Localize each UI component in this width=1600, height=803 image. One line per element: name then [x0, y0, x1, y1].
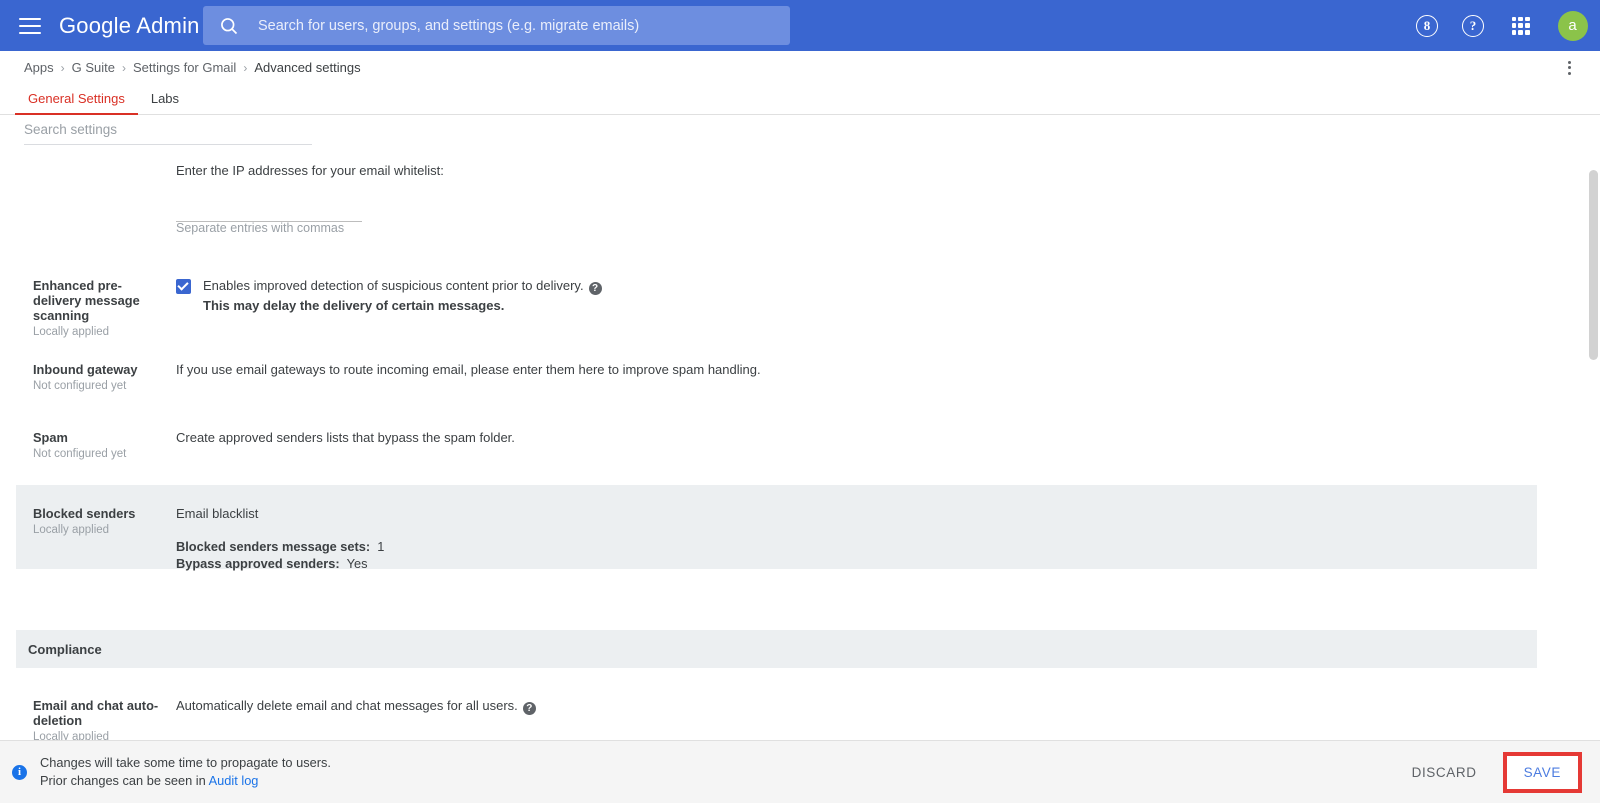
enhanced-scanning-body: Enables improved detection of suspicious… [176, 278, 602, 313]
blocked-senders-status: Locally applied [33, 524, 110, 536]
auto-deletion-body: Automatically delete email and chat mess… [176, 698, 536, 715]
breadcrumb: Apps › G Suite › Settings for Gmail › Ad… [24, 60, 361, 75]
spam-label: Spam Not configured yet [33, 430, 163, 461]
auto-deletion-label: Email and chat auto-deletion Locally app… [33, 698, 163, 740]
more-vert-icon[interactable] [1560, 59, 1578, 77]
row-blocked-senders[interactable]: Blocked senders Locally applied Email bl… [16, 485, 1537, 571]
ip-whitelist-input-wrap[interactable] [176, 200, 362, 222]
inbound-gateway-label: Inbound gateway Not configured yet [33, 362, 163, 393]
settings-content: Enter the IP addresses for your email wh… [0, 148, 1600, 740]
settings-search-field[interactable] [24, 115, 312, 145]
support-icon[interactable]: 8 [1416, 14, 1438, 37]
propagation-notice-line2: Prior changes can be seen in Audit log [40, 773, 259, 788]
blocked-senders-title: Email blacklist [176, 506, 259, 521]
bottom-bar-actions: DISCARD SAVE [1398, 751, 1582, 793]
global-search[interactable] [203, 6, 790, 45]
search-input[interactable] [258, 17, 758, 34]
breadcrumb-item-gsuite[interactable]: G Suite [72, 60, 115, 75]
spam-description: Create approved senders lists that bypas… [176, 430, 515, 445]
top-app-bar: Google Admin 8 ? a [0, 0, 1600, 51]
tab-labs[interactable]: Labs [138, 91, 192, 114]
auto-deletion-status: Locally applied [33, 731, 110, 740]
discard-button[interactable]: DISCARD [1398, 756, 1491, 789]
scrollbar-thumb[interactable] [1589, 170, 1598, 360]
enhanced-scanning-checkbox-label: Enables improved detection of suspicious… [203, 278, 584, 293]
tab-general-settings[interactable]: General Settings [15, 91, 138, 115]
ip-whitelist-input[interactable] [176, 200, 362, 222]
blocked-senders-label: Blocked senders Locally applied [33, 506, 163, 537]
auto-deletion-description: Automatically delete email and chat mess… [176, 698, 518, 713]
enhanced-scanning-note: This may delay the delivery of certain m… [203, 298, 505, 313]
propagation-notice: Changes will take some time to propagate… [40, 754, 331, 790]
save-button-highlight: SAVE [1502, 751, 1582, 793]
inbound-gateway-description: If you use email gateways to route incom… [176, 362, 761, 377]
blocked-senders-field: Blocked senders message sets: 1 [176, 539, 385, 554]
enhanced-scanning-checkbox[interactable] [176, 279, 191, 294]
help-icon[interactable]: ? [588, 282, 602, 295]
settings-tabs: General Settings Labs [0, 84, 1600, 115]
brand-title: Google Admin [59, 12, 200, 38]
enhanced-scanning-status: Locally applied [33, 326, 110, 338]
ip-whitelist-description: Enter the IP addresses for your email wh… [176, 163, 444, 178]
apps-grid-icon[interactable] [1511, 16, 1530, 35]
search-settings-input[interactable] [24, 115, 312, 143]
ip-whitelist-hint: Separate entries with commas [176, 221, 345, 235]
inbound-gateway-status: Not configured yet [33, 380, 127, 392]
breadcrumb-item-advanced-settings[interactable]: Advanced settings [254, 60, 360, 75]
save-button[interactable]: SAVE [1507, 756, 1577, 788]
audit-log-link[interactable]: Audit log [209, 773, 259, 788]
breadcrumb-separator: › [243, 60, 248, 75]
spam-status: Not configured yet [33, 448, 127, 460]
propagation-notice-line1: Changes will take some time to propagate… [40, 755, 331, 770]
save-action-bar: i Changes will take some time to propaga… [0, 740, 1600, 803]
info-icon: i [12, 764, 27, 780]
vertical-scrollbar[interactable] [1586, 148, 1600, 740]
blocked-senders-body: Email blacklist Blocked senders message … [176, 506, 384, 571]
app-bar-actions: 8 ? a [1404, 0, 1600, 51]
hamburger-icon[interactable] [19, 17, 41, 34]
blocked-senders-field: Bypass approved senders: Yes [176, 556, 368, 571]
help-circle-icon[interactable]: ? [1462, 14, 1484, 37]
avatar[interactable]: a [1557, 10, 1588, 41]
breadcrumb-item-settings-for-gmail[interactable]: Settings for Gmail [133, 60, 236, 75]
enhanced-scanning-label: Enhanced pre-delivery message scanning L… [33, 278, 163, 339]
breadcrumb-item-apps[interactable]: Apps [24, 60, 54, 75]
help-icon[interactable]: ? [522, 702, 536, 715]
search-icon [221, 17, 238, 34]
section-header-compliance: Compliance [16, 630, 1537, 668]
breadcrumb-separator: › [122, 60, 126, 75]
breadcrumb-bar: Apps › G Suite › Settings for Gmail › Ad… [0, 51, 1600, 84]
breadcrumb-separator: › [60, 60, 65, 75]
